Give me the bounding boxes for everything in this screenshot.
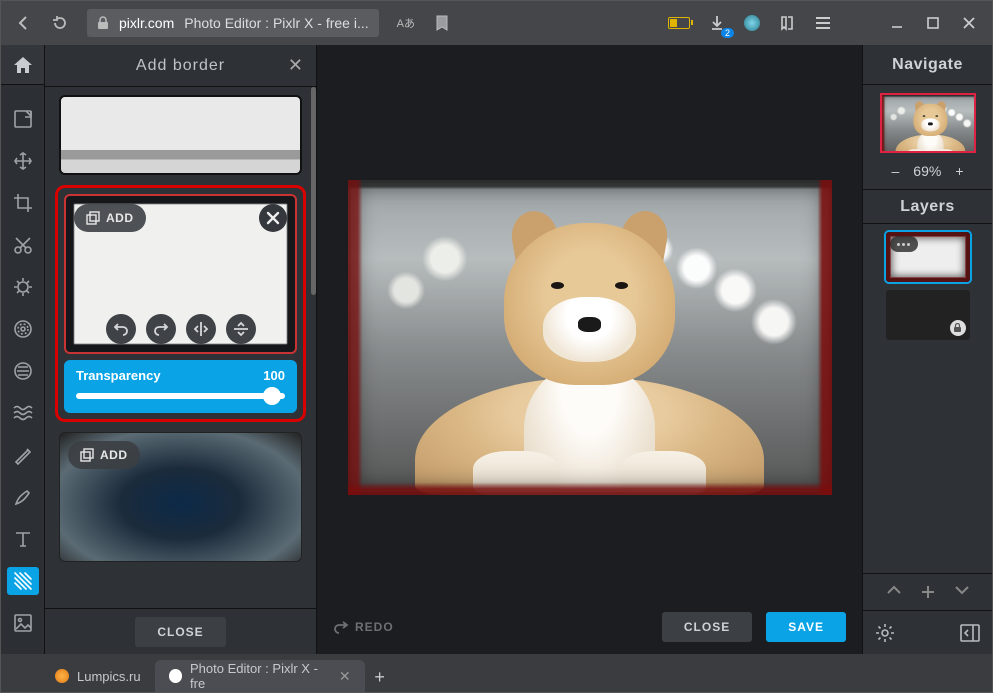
layer-down-icon[interactable] [954,584,970,596]
menu-icon[interactable] [814,14,832,32]
slider-knob[interactable] [263,387,281,405]
transparency-slider[interactable] [76,393,285,399]
flip-horizontal-button[interactable] [186,314,216,344]
adjust-icon[interactable] [7,273,39,301]
effect-icon[interactable] [7,315,39,343]
add-layer-icon[interactable] [920,584,936,600]
zoom-value: 69% [913,163,941,179]
arrange-icon[interactable] [7,147,39,175]
save-button[interactable]: SAVE [766,612,846,642]
retouch-icon[interactable] [7,441,39,469]
collections-icon[interactable] [778,14,796,32]
zoom-in-button[interactable]: + [955,163,963,179]
battery-icon [668,17,690,29]
page-title: Photo Editor : Pixlr X - free i... [184,15,368,31]
layers-icon [86,211,100,225]
text-icon[interactable] [7,525,39,553]
new-tab-button[interactable]: + [365,662,395,692]
redo-button[interactable] [146,314,176,344]
settings-icon[interactable] [875,623,895,643]
toggle-panel-icon[interactable] [960,624,980,642]
selected-border-highlight: ADD Transparency 100 [55,185,306,422]
border-preset-selected[interactable]: ADD [64,194,297,354]
translate-icon[interactable]: Aあ [397,15,415,31]
url-host: pixlr.com [119,15,174,31]
navigate-header: Navigate [863,45,992,85]
lock-icon [97,16,109,30]
home-button[interactable] [1,45,44,85]
back-icon[interactable] [15,14,33,32]
redo-icon [333,620,349,634]
close-tab-icon[interactable]: ✕ [339,668,351,685]
zoom-out-button[interactable]: – [891,163,899,179]
remove-border-button[interactable] [259,204,287,232]
panel-close-button[interactable]: ✕ [288,55,304,76]
favicon [55,669,69,683]
tab-pixlr[interactable]: Photo Editor : Pixlr X - fre ✕ [155,660,365,692]
add-border-button[interactable]: ADD [74,204,146,232]
border-panel: Add border ✕ ADD [45,45,317,654]
bookmark-icon[interactable] [433,14,451,32]
filter-icon[interactable] [7,357,39,385]
canvas[interactable] [317,45,862,600]
element-icon[interactable] [7,609,39,637]
crop-icon[interactable] [7,189,39,217]
extension-icon[interactable] [744,15,760,31]
maximize-icon[interactable] [924,14,942,32]
canvas-actions: REDO CLOSE SAVE [317,600,862,654]
open-image-icon[interactable] [7,105,39,133]
panel-close-footer-button[interactable]: CLOSE [135,617,225,647]
transparency-value: 100 [263,368,285,383]
canvas-image [348,180,832,495]
favicon [169,669,182,683]
downloads-icon[interactable]: 2 [708,14,726,32]
browser-toolbar: pixlr.com Photo Editor : Pixlr X - free … [1,1,992,45]
layer-background[interactable] [886,290,970,340]
undo-button[interactable] [106,314,136,344]
minimize-icon[interactable] [888,14,906,32]
draw-icon[interactable] [7,483,39,511]
close-button[interactable]: CLOSE [662,612,752,642]
redo-action[interactable]: REDO [333,620,394,634]
layer-border[interactable] [886,232,970,282]
browser-tabs: Lumpics.ru Photo Editor : Pixlr X - fre … [1,654,992,692]
liquify-icon[interactable] [7,399,39,427]
layer-up-icon[interactable] [886,584,902,596]
address-bar[interactable]: pixlr.com Photo Editor : Pixlr X - free … [87,9,379,37]
border-preset-1[interactable] [59,95,302,175]
transparency-control: Transparency 100 [64,360,297,413]
transparency-label: Transparency [76,368,161,383]
add-border-button-2[interactable]: ADD [68,441,140,469]
close-window-icon[interactable] [960,14,978,32]
tool-column [1,45,45,654]
reload-icon[interactable] [51,14,69,32]
layers-icon [80,448,94,462]
border-preset-3[interactable]: ADD [59,432,302,562]
panel-header: Add border ✕ [45,45,316,87]
flip-vertical-button[interactable] [226,314,256,344]
panel-title: Add border [136,57,225,75]
tab-lumpics[interactable]: Lumpics.ru [41,660,155,692]
lock-icon [950,320,966,336]
layer-menu-icon[interactable] [890,236,918,252]
right-panel: Navigate – 69% + Layers [862,45,992,654]
navigator-thumbnail[interactable] [880,93,976,153]
cutout-icon[interactable] [7,231,39,259]
layers-header: Layers [863,190,992,224]
border-icon[interactable] [7,567,39,595]
